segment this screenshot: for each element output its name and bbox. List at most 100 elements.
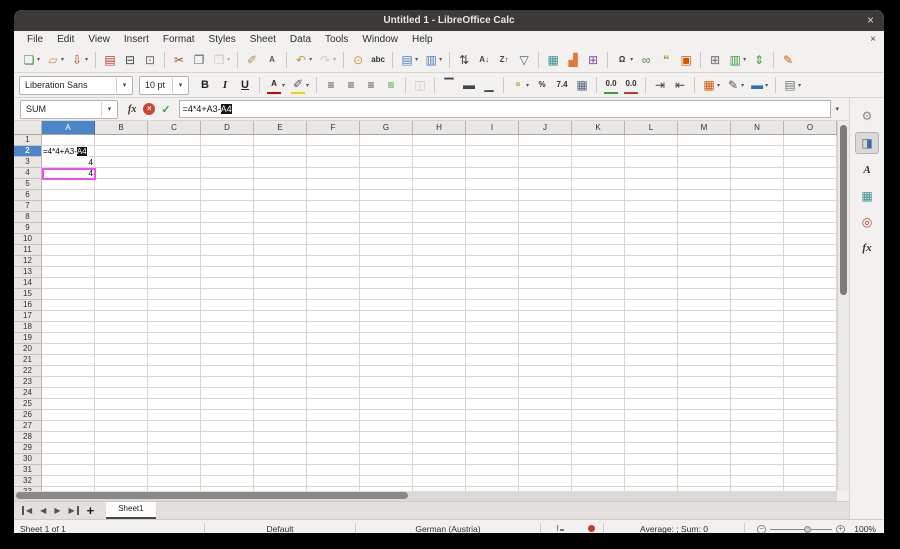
align-center-button[interactable]: ≡ (342, 75, 360, 95)
column-header-J[interactable]: J (519, 121, 572, 135)
insert-comment-button[interactable]: ❝ (657, 50, 675, 70)
insert-row-button[interactable]: ▤▾ (398, 50, 420, 70)
row-header-24[interactable]: 24 (14, 388, 42, 399)
select-all-corner[interactable] (14, 121, 42, 135)
menu-data[interactable]: Data (283, 34, 318, 45)
formula-input[interactable]: =4*4+A3-A4 (179, 100, 832, 118)
language-status[interactable]: German (Austria) (356, 523, 540, 533)
column-header-E[interactable]: E (254, 121, 307, 135)
function-wizard-icon[interactable]: fx (128, 104, 136, 115)
wrap-text-button[interactable]: ≡ (382, 75, 400, 95)
print-preview-button[interactable]: ⊡ (141, 50, 159, 70)
row-header-29[interactable]: 29 (14, 443, 42, 454)
row-header-4[interactable]: 4 (14, 168, 42, 179)
zoom-slider-track[interactable] (770, 529, 832, 530)
paste-dropdown-icon[interactable]: ▾ (227, 56, 230, 63)
functions-deck-button[interactable]: fx (856, 238, 878, 258)
delete-decimal-button[interactable]: 0.0 (622, 75, 640, 95)
spelling-button[interactable]: abc (369, 50, 387, 70)
menu-help[interactable]: Help (405, 34, 440, 45)
navigator-deck-button[interactable]: ◎ (856, 212, 878, 232)
row-header-11[interactable]: 11 (14, 245, 42, 256)
window-close-icon[interactable]: × (867, 13, 874, 27)
special-character-dropdown-icon[interactable]: ▾ (630, 56, 633, 63)
vertical-scrollbar-thumb[interactable] (840, 125, 847, 295)
vertical-scrollbar[interactable] (837, 121, 849, 491)
row-header-27[interactable]: 27 (14, 421, 42, 432)
undo-dropdown-icon[interactable]: ▾ (309, 56, 312, 63)
new-document-button[interactable]: ❏▾ (20, 50, 42, 70)
open-dropdown-icon[interactable]: ▾ (61, 56, 64, 63)
zoom-slider[interactable]: − + (745, 523, 845, 533)
row-header-31[interactable]: 31 (14, 465, 42, 476)
border-color-button[interactable]: ▬▾ (748, 75, 770, 95)
menu-view[interactable]: View (81, 34, 117, 45)
currency-format-dropdown-icon[interactable]: ▾ (526, 82, 529, 89)
column-header-C[interactable]: C (148, 121, 201, 135)
row-header-25[interactable]: 25 (14, 399, 42, 410)
styles-deck-button[interactable]: A (856, 160, 878, 180)
border-color-dropdown-icon[interactable]: ▾ (765, 82, 768, 89)
highlight-color-button[interactable]: ✐▾ (289, 75, 311, 95)
row-header-12[interactable]: 12 (14, 256, 42, 267)
row-header-5[interactable]: 5 (14, 179, 42, 190)
align-right-button[interactable]: ≡ (362, 75, 380, 95)
print-area-button[interactable]: ⊞ (706, 50, 724, 70)
menu-styles[interactable]: Styles (202, 34, 243, 45)
find-replace-button[interactable]: ⊙ (349, 50, 367, 70)
last-sheet-icon[interactable]: ▶ (64, 506, 78, 515)
redo-dropdown-icon[interactable]: ▾ (333, 56, 336, 63)
pivot-table-button[interactable]: ⊞ (584, 50, 602, 70)
menu-window[interactable]: Window (355, 34, 405, 45)
properties-deck-button[interactable]: ◨ (855, 132, 879, 154)
row-header-30[interactable]: 30 (14, 454, 42, 465)
insert-image-button[interactable]: ▦ (544, 50, 562, 70)
split-window-button[interactable]: ⇕ (750, 50, 768, 70)
column-header-K[interactable]: K (572, 121, 625, 135)
menu-format[interactable]: Format (156, 34, 202, 45)
row-header-13[interactable]: 13 (14, 267, 42, 278)
name-box[interactable]: SUM ▾ (20, 100, 118, 119)
number-format-button[interactable]: 7.4 (553, 75, 571, 95)
bold-button[interactable]: B (196, 75, 214, 95)
insert-column-dropdown-icon[interactable]: ▾ (439, 56, 442, 63)
add-decimal-button[interactable]: 0.0 (602, 75, 620, 95)
date-format-button[interactable]: ▦ (573, 75, 591, 95)
headers-footers-button[interactable]: ▣ (677, 50, 695, 70)
row-header-32[interactable]: 32 (14, 476, 42, 487)
gallery-deck-button[interactable]: ▦ (856, 186, 878, 206)
row-header-23[interactable]: 23 (14, 377, 42, 388)
first-sheet-icon[interactable]: ◀ (22, 506, 36, 515)
title-bar[interactable]: Untitled 1 - LibreOffice Calc × (14, 10, 884, 31)
row-header-8[interactable]: 8 (14, 212, 42, 223)
next-sheet-icon[interactable]: ▶ (50, 506, 64, 515)
cells-area[interactable]: =4*4+A3-A444 (42, 135, 837, 491)
freeze-panes-button[interactable]: ▥▾ (726, 50, 748, 70)
add-sheet-icon[interactable]: + (79, 503, 103, 518)
draw-functions-button[interactable]: ✎ (779, 50, 797, 70)
clone-formatting-button[interactable]: ✐ (243, 50, 261, 70)
borders-button[interactable]: ▦▾ (700, 75, 722, 95)
italic-button[interactable]: I (216, 75, 234, 95)
row-header-28[interactable]: 28 (14, 432, 42, 443)
horizontal-scrollbar-thumb[interactable] (16, 492, 408, 499)
column-header-D[interactable]: D (201, 121, 254, 135)
column-header-O[interactable]: O (784, 121, 837, 135)
row-header-20[interactable]: 20 (14, 344, 42, 355)
page-style[interactable]: Default (205, 523, 355, 533)
menu-insert[interactable]: Insert (117, 34, 156, 45)
undo-button[interactable]: ↶▾ (292, 50, 314, 70)
save-dropdown-icon[interactable]: ▾ (85, 56, 88, 63)
menu-sheet[interactable]: Sheet (243, 34, 283, 45)
font-size-combo[interactable]: 10 pt ▾ (139, 76, 189, 95)
row-header-17[interactable]: 17 (14, 311, 42, 322)
document-close-icon[interactable]: × (870, 34, 876, 45)
column-header-I[interactable]: I (466, 121, 519, 135)
column-header-B[interactable]: B (95, 121, 148, 135)
save-button[interactable]: ⇩▾ (68, 50, 90, 70)
column-header-A[interactable]: A (42, 121, 95, 135)
increase-indent-button[interactable]: ⇥ (651, 75, 669, 95)
sort-ascending-button[interactable]: A↓ (475, 50, 493, 70)
row-header-2[interactable]: 2 (14, 146, 42, 157)
menu-tools[interactable]: Tools (318, 34, 355, 45)
